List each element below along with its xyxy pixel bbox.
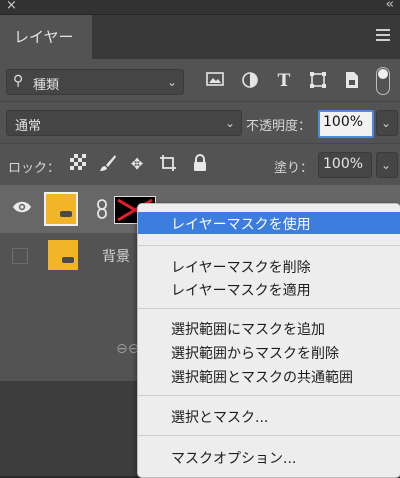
filter-toggle-switch[interactable] xyxy=(376,67,390,95)
divider xyxy=(0,101,400,102)
eye-icon[interactable] xyxy=(12,199,32,219)
panel-menu-icon[interactable] xyxy=(376,29,390,41)
blend-mode-select[interactable]: 通常 ⌄ xyxy=(6,110,242,136)
menu-separator xyxy=(138,435,400,436)
menu-separator xyxy=(138,395,400,396)
fill-dropdown-button[interactable]: ⌄ xyxy=(376,152,398,178)
filter-kind-select[interactable]: ⚲ 種類 ⌄ xyxy=(6,69,184,95)
tab-layers[interactable]: レイヤー xyxy=(0,15,92,59)
layer-thumbnail-frame[interactable] xyxy=(44,192,78,226)
filter-kind-label: 種類 xyxy=(33,78,60,93)
menu-item-add-mask-to-selection[interactable]: 選択範囲にマスクを追加 xyxy=(138,317,400,339)
layer-thumbnail xyxy=(48,240,78,270)
lock-artboard-crop-icon[interactable] xyxy=(158,154,178,174)
chevron-down-icon: ⌄ xyxy=(381,116,392,130)
adjustment-filter-icon[interactable] xyxy=(240,71,260,91)
menu-item-apply-layer-mask[interactable]: レイヤーマスクを適用 xyxy=(138,278,400,300)
opacity-value: 100% xyxy=(323,114,364,130)
opacity-dropdown-button[interactable]: ⌄ xyxy=(376,110,398,136)
lock-all-padlock-icon[interactable] xyxy=(190,154,210,174)
menu-separator xyxy=(138,245,400,246)
opacity-label: 不透明度： xyxy=(246,119,312,134)
menu-separator xyxy=(138,308,400,309)
lock-transparent-pixels-icon[interactable] xyxy=(68,154,88,174)
lock-image-pixels-brush-icon[interactable] xyxy=(98,154,118,174)
type-filter-icon[interactable]: T xyxy=(274,71,294,91)
menu-item-select-and-mask[interactable]: 選択とマスク... xyxy=(138,405,400,427)
search-icon: ⚲ xyxy=(13,73,24,89)
visibility-toggle-empty[interactable] xyxy=(12,248,28,264)
opacity-input[interactable]: 100% xyxy=(318,110,374,138)
menu-item-mask-options[interactable]: マスクオプション... xyxy=(138,446,400,468)
menu-item-delete-layer-mask[interactable]: レイヤーマスクを削除 xyxy=(138,255,400,277)
lock-label: ロック： xyxy=(8,161,61,176)
image-filter-icon[interactable] xyxy=(205,71,225,91)
blend-mode-value: 通常 xyxy=(15,119,42,134)
divider xyxy=(0,143,400,144)
panel-tab-bar: レイヤー xyxy=(0,15,400,59)
chevron-down-icon: ⌄ xyxy=(224,116,235,130)
collapse-panel-button[interactable]: ‹‹ xyxy=(386,0,395,12)
chevron-down-icon: ⌄ xyxy=(166,75,177,89)
fill-label: 塗り： xyxy=(274,161,314,176)
chevron-down-icon: ⌄ xyxy=(381,158,392,172)
chain-link-icon[interactable] xyxy=(96,199,108,223)
fill-value: 100% xyxy=(323,156,364,172)
panel-top-strip: × ‹‹ xyxy=(0,0,400,15)
shape-filter-icon[interactable] xyxy=(308,71,328,91)
layer-name: 背景 xyxy=(102,249,130,265)
lock-position-move-icon[interactable]: ✥ xyxy=(127,154,147,174)
fill-input[interactable]: 100% xyxy=(318,152,372,178)
menu-item-use-layer-mask[interactable]: レイヤーマスクを使用 xyxy=(138,212,400,234)
close-panel-button[interactable]: × xyxy=(6,0,17,13)
smart-object-filter-icon[interactable] xyxy=(342,71,362,91)
tab-layers-label: レイヤー xyxy=(14,28,74,46)
context-menu: レイヤーマスクを使用 レイヤーマスクを削除 レイヤーマスクを適用 選択範囲にマス… xyxy=(137,203,400,478)
menu-item-subtract-mask-from-selection[interactable]: 選択範囲からマスクを削除 xyxy=(138,341,400,363)
link-layers-icon[interactable]: ⊖⊖ xyxy=(116,341,139,357)
menu-item-intersect-mask-with-selection[interactable]: 選択範囲とマスクの共通範囲 xyxy=(138,365,400,387)
layer-thumbnail xyxy=(46,194,76,224)
